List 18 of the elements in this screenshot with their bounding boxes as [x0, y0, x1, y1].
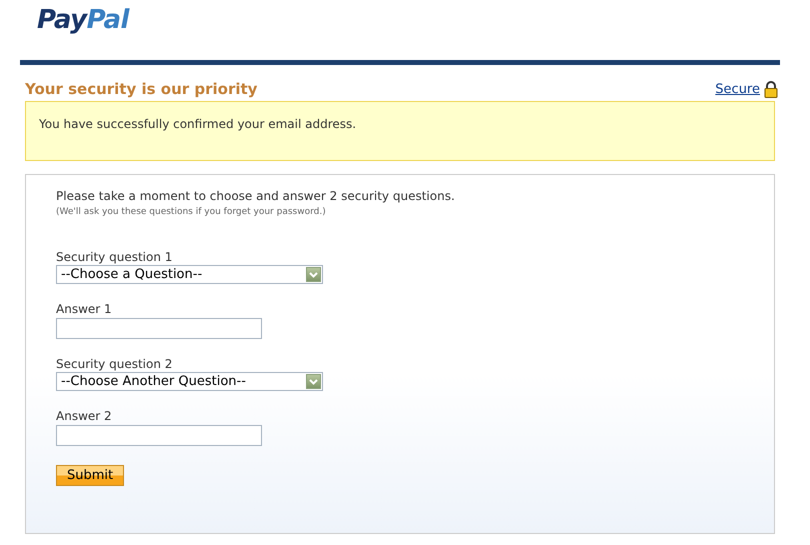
field-label: Answer 2: [56, 408, 113, 424]
question-dropdown[interactable]: --Choose Another Question--: [56, 372, 323, 391]
chevron-down-icon: [306, 267, 321, 282]
intro-text: Please take a moment to choose and answer 2 security questions.: [56, 189, 456, 203]
answer-field[interactable]: [56, 425, 262, 446]
secure-link[interactable]: Secure: [715, 82, 760, 97]
padlock-icon: [764, 81, 778, 98]
field-label: Answer 1: [56, 301, 113, 317]
submit-button[interactable]: Submit: [56, 465, 124, 486]
chevron-down-icon: [306, 374, 321, 389]
field-label: Security question 2: [56, 356, 174, 372]
hint-text: (We'll ask you these questions if you forget your password.): [56, 207, 327, 217]
logo: PayPal: [37, 4, 129, 36]
field-label: Security question 1: [56, 249, 174, 265]
page-heading: Your security is our priority: [25, 80, 258, 98]
question-dropdown[interactable]: --Choose a Question--: [56, 265, 323, 284]
answer-field[interactable]: [56, 318, 262, 339]
success-message: You have successfully confirmed your email address.: [25, 101, 775, 161]
